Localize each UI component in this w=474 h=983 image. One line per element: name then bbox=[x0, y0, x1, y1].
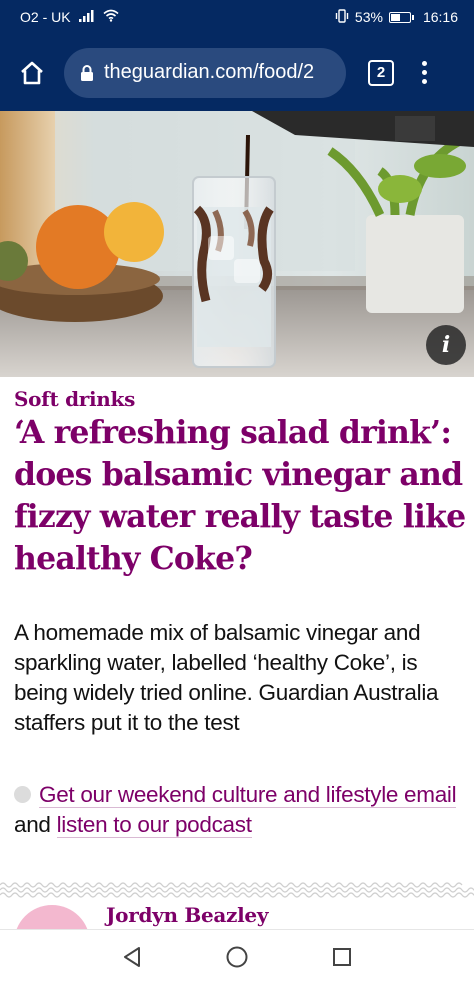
status-right: 53% 16:16 bbox=[335, 8, 458, 26]
battery-percent: 53% bbox=[354, 9, 383, 25]
battery-fill bbox=[390, 13, 400, 21]
podcast-link[interactable]: listen to our podcast bbox=[56, 812, 252, 838]
url-text: theguardian.com/food/2 bbox=[104, 61, 315, 83]
promo-connector: and bbox=[14, 812, 57, 837]
address-bar[interactable]: theguardian.com/food/2 bbox=[64, 47, 346, 98]
browser-toolbar: theguardian.com/food/2 2 bbox=[0, 34, 474, 111]
section-kicker[interactable]: Soft drinks bbox=[14, 387, 135, 411]
signal-icon bbox=[78, 9, 95, 25]
lock-icon bbox=[80, 64, 94, 82]
hero-image: i bbox=[0, 111, 474, 377]
vibrate-icon bbox=[335, 8, 349, 26]
newsletter-link[interactable]: Get our weekend culture and lifestyle em… bbox=[39, 782, 457, 808]
home-button[interactable] bbox=[12, 53, 52, 93]
carrier-label: O2 - UK bbox=[20, 9, 71, 25]
clock: 16:16 bbox=[422, 9, 458, 25]
back-triangle-icon bbox=[124, 946, 141, 967]
image-info-button[interactable]: i bbox=[426, 325, 466, 365]
square-recents-icon bbox=[332, 947, 351, 966]
article-standfirst: A homemade mix of balsamic vinegar and s… bbox=[14, 620, 439, 735]
hero-photo-balsamic-drink bbox=[0, 111, 474, 377]
system-nav-bar bbox=[0, 929, 474, 983]
more-vert-icon[interactable] bbox=[414, 61, 434, 84]
recents-button[interactable] bbox=[322, 937, 362, 977]
wifi-icon bbox=[103, 9, 119, 25]
squiggle-divider bbox=[0, 882, 474, 898]
status-left: O2 - UK bbox=[20, 9, 119, 25]
status-bar: O2 - UK 53% 16:16 bbox=[0, 0, 474, 34]
circle-home-icon bbox=[226, 946, 248, 967]
battery-icon bbox=[388, 11, 414, 23]
home-icon bbox=[21, 61, 43, 84]
home-nav-button[interactable] bbox=[217, 937, 257, 977]
bullet-icon bbox=[14, 786, 31, 803]
article-headline: ‘A refreshing salad drink’: does balsami… bbox=[14, 414, 466, 577]
author-name[interactable]: Jordyn Beazley bbox=[106, 903, 268, 927]
back-button[interactable] bbox=[112, 937, 152, 977]
tab-switcher-button[interactable]: 2 bbox=[368, 59, 394, 86]
newsletter-promo: Get our weekend culture and lifestyle em… bbox=[14, 780, 464, 840]
